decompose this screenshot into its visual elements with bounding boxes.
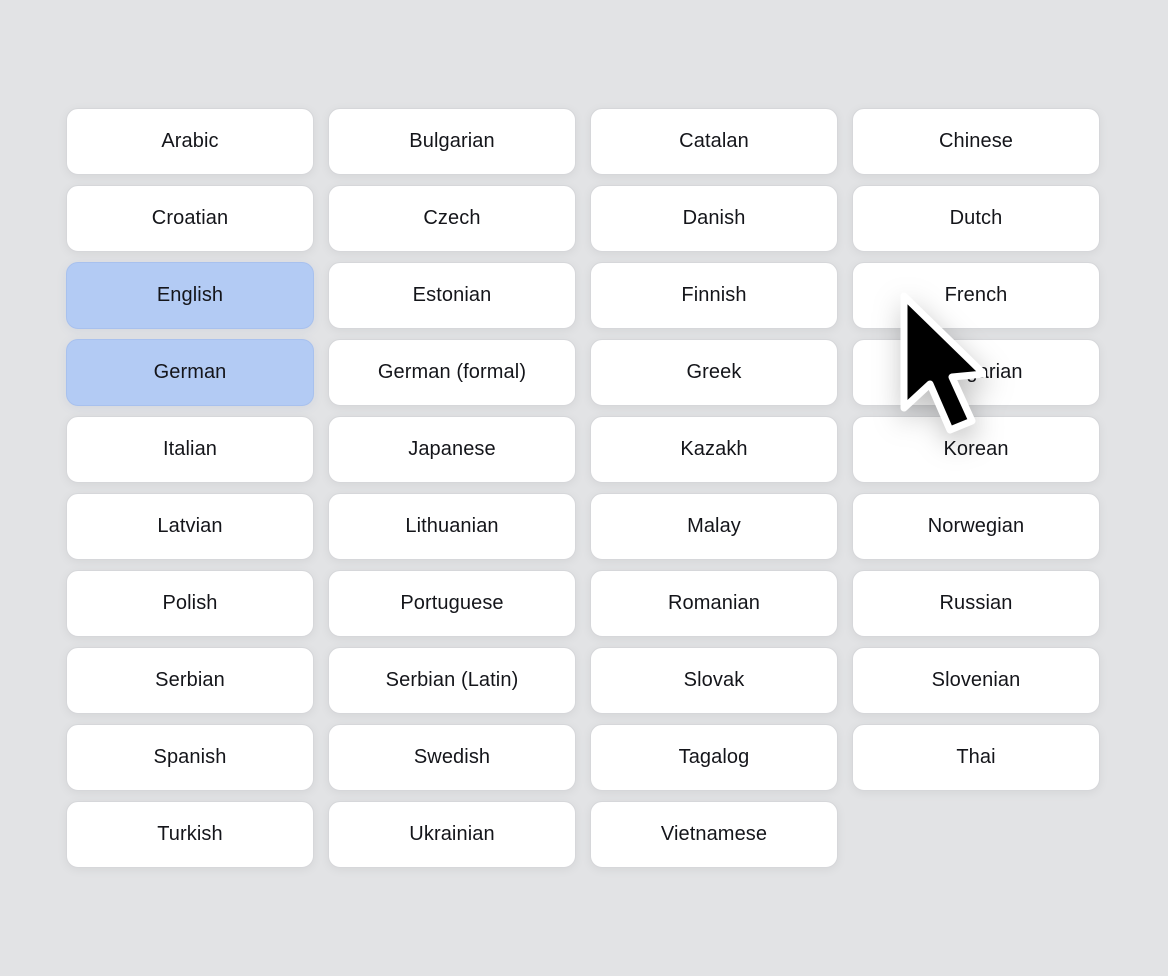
language-button-danish[interactable]: Danish: [590, 185, 838, 252]
language-button-kazakh[interactable]: Kazakh: [590, 416, 838, 483]
language-button-finnish[interactable]: Finnish: [590, 262, 838, 329]
language-button-french[interactable]: French: [852, 262, 1100, 329]
language-button-english[interactable]: English: [66, 262, 314, 329]
language-button-dutch[interactable]: Dutch: [852, 185, 1100, 252]
language-button-lithuanian[interactable]: Lithuanian: [328, 493, 576, 560]
language-button-norwegian[interactable]: Norwegian: [852, 493, 1100, 560]
language-button-italian[interactable]: Italian: [66, 416, 314, 483]
language-button-korean[interactable]: Korean: [852, 416, 1100, 483]
language-button-slovenian[interactable]: Slovenian: [852, 647, 1100, 714]
language-button-estonian[interactable]: Estonian: [328, 262, 576, 329]
language-button-slovak[interactable]: Slovak: [590, 647, 838, 714]
language-grid: Arabic Bulgarian Catalan Chinese Croatia…: [66, 108, 1100, 868]
language-button-greek[interactable]: Greek: [590, 339, 838, 406]
language-button-turkish[interactable]: Turkish: [66, 801, 314, 868]
language-button-catalan[interactable]: Catalan: [590, 108, 838, 175]
language-button-tagalog[interactable]: Tagalog: [590, 724, 838, 791]
language-button-latvian[interactable]: Latvian: [66, 493, 314, 560]
language-button-malay[interactable]: Malay: [590, 493, 838, 560]
language-button-swedish[interactable]: Swedish: [328, 724, 576, 791]
language-button-japanese[interactable]: Japanese: [328, 416, 576, 483]
language-button-arabic[interactable]: Arabic: [66, 108, 314, 175]
language-button-vietnamese[interactable]: Vietnamese: [590, 801, 838, 868]
language-button-german[interactable]: German: [66, 339, 314, 406]
language-button-spanish[interactable]: Spanish: [66, 724, 314, 791]
language-button-hungarian[interactable]: Hungarian: [852, 339, 1100, 406]
language-button-ukrainian[interactable]: Ukrainian: [328, 801, 576, 868]
language-button-russian[interactable]: Russian: [852, 570, 1100, 637]
language-button-thai[interactable]: Thai: [852, 724, 1100, 791]
language-button-romanian[interactable]: Romanian: [590, 570, 838, 637]
language-button-serbian-latin[interactable]: Serbian (Latin): [328, 647, 576, 714]
language-button-bulgarian[interactable]: Bulgarian: [328, 108, 576, 175]
language-button-portuguese[interactable]: Portuguese: [328, 570, 576, 637]
language-button-polish[interactable]: Polish: [66, 570, 314, 637]
language-button-croatian[interactable]: Croatian: [66, 185, 314, 252]
language-button-czech[interactable]: Czech: [328, 185, 576, 252]
language-button-german-formal[interactable]: German (formal): [328, 339, 576, 406]
language-button-serbian[interactable]: Serbian: [66, 647, 314, 714]
language-button-chinese[interactable]: Chinese: [852, 108, 1100, 175]
